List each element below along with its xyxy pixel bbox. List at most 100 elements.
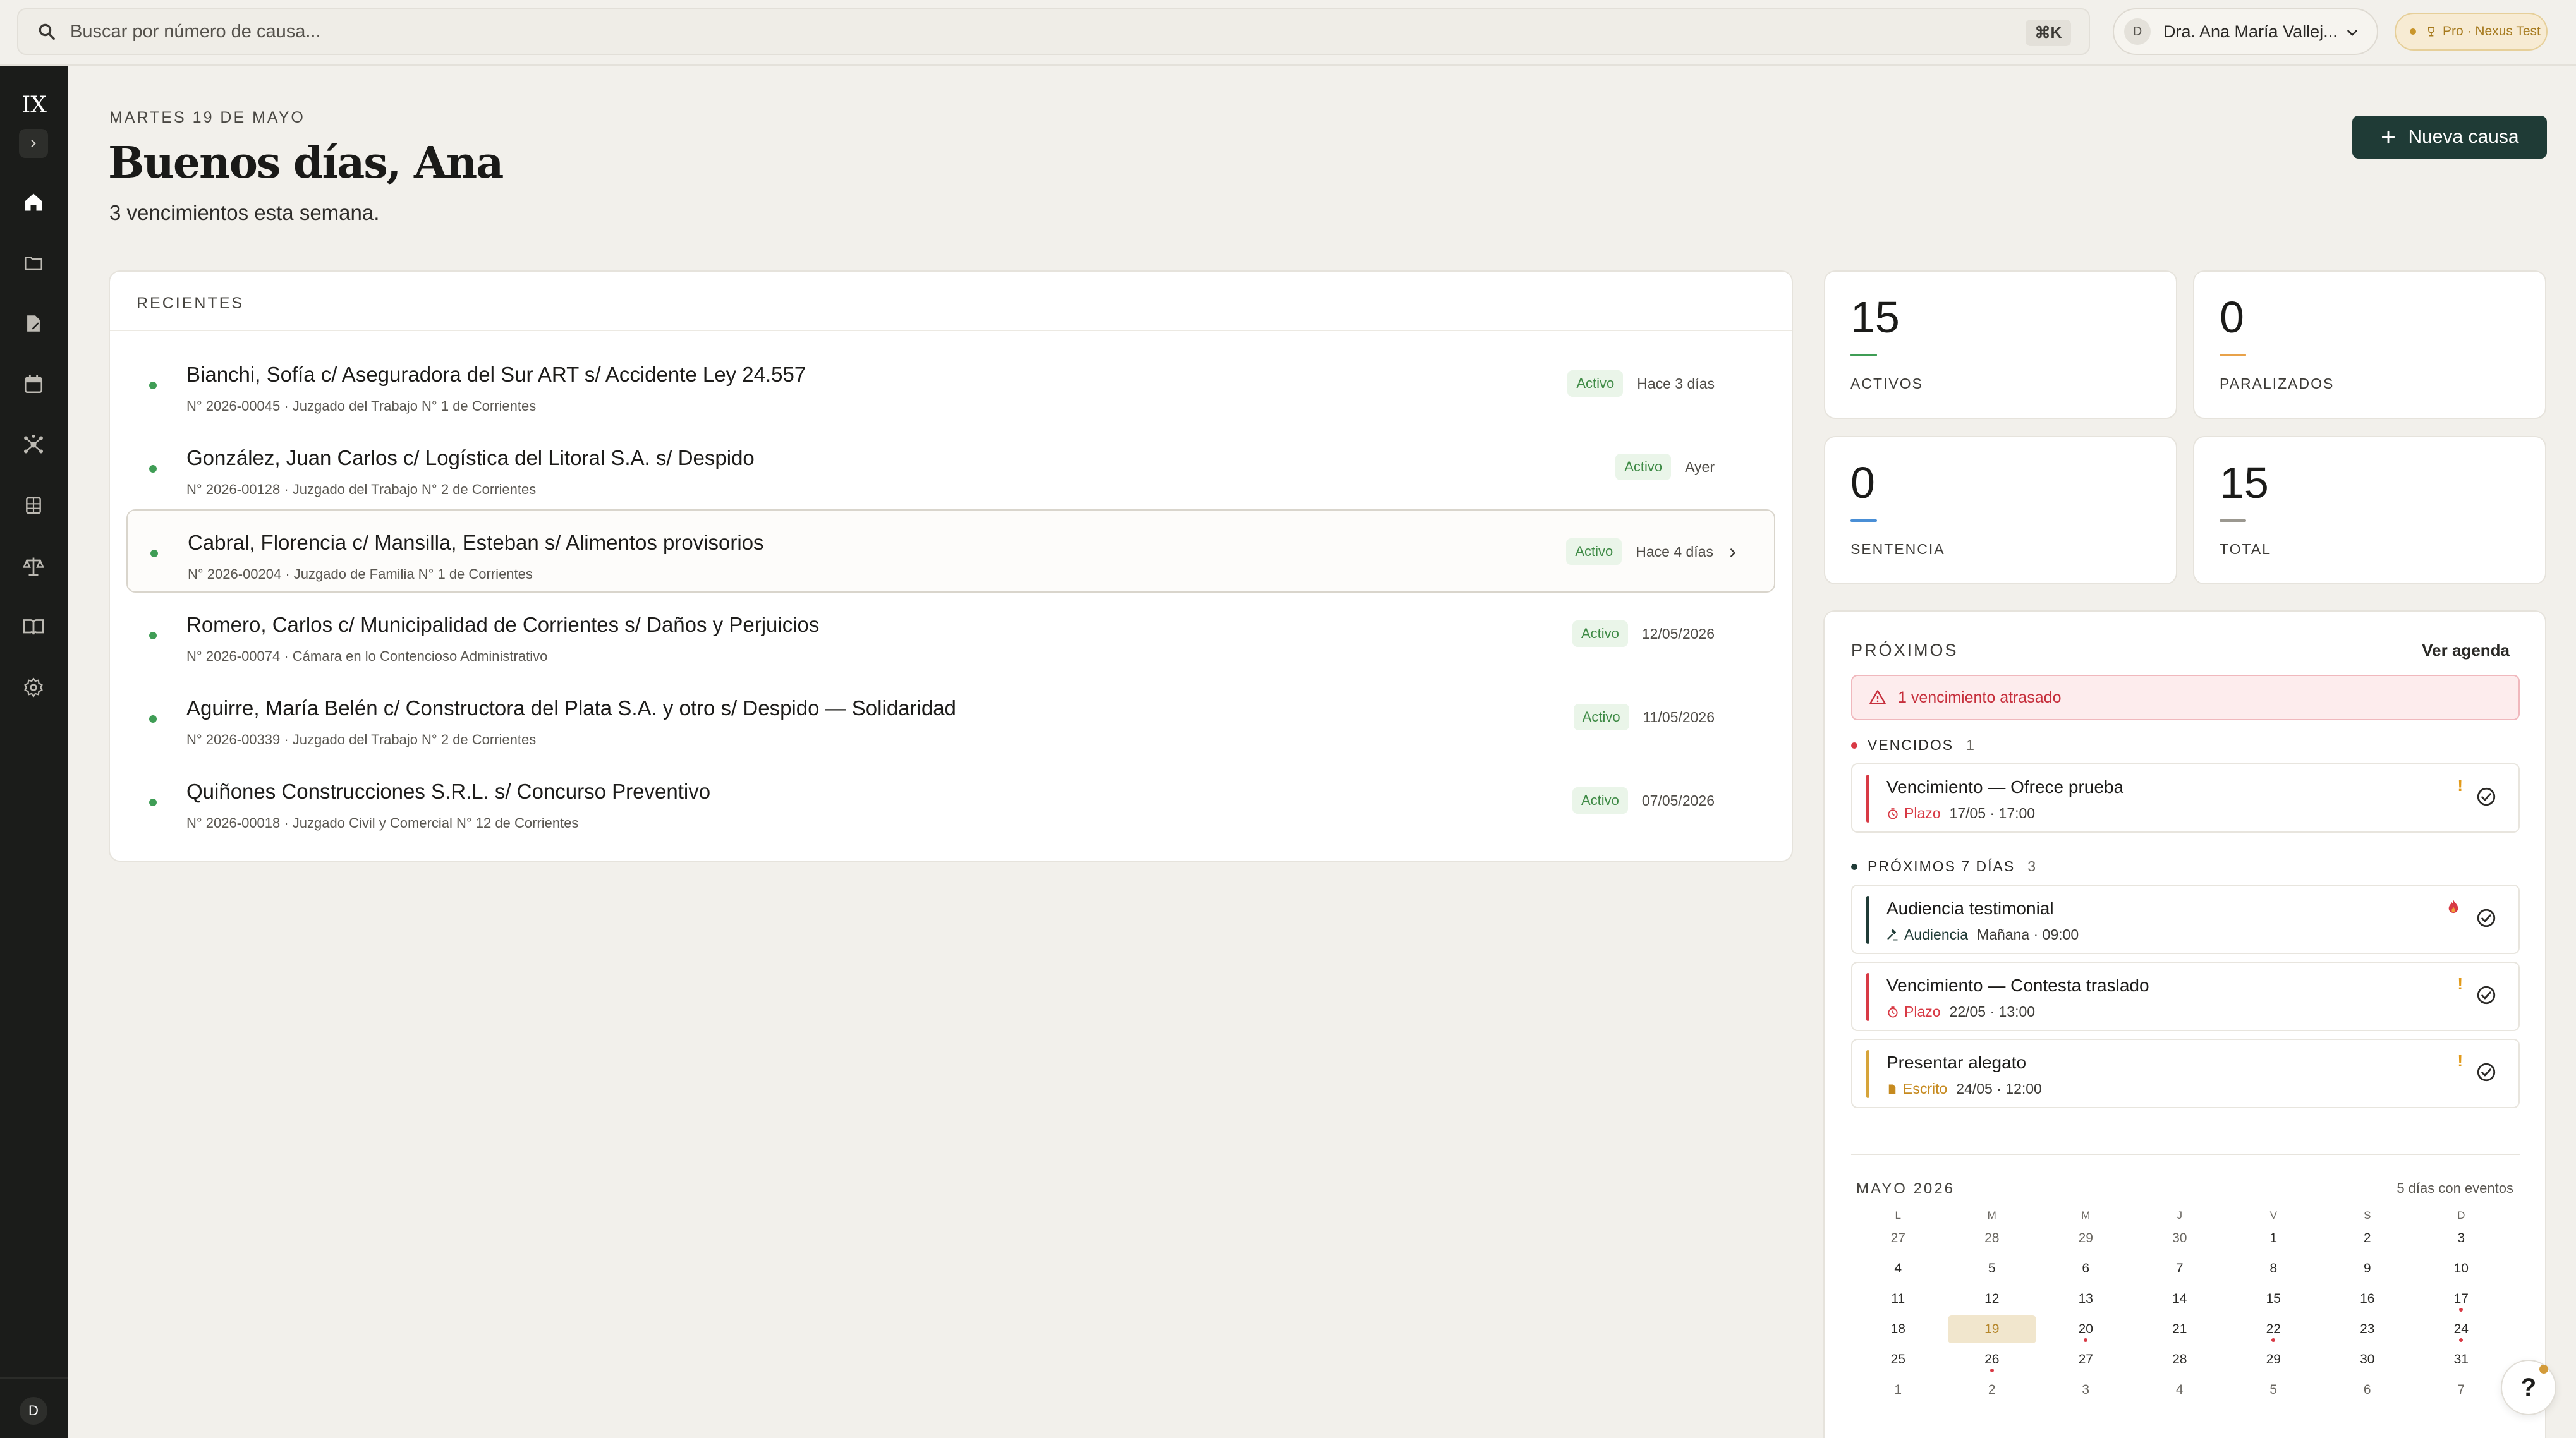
recent-case-row[interactable]: González, Juan Carlos c/ Logística del L… [126, 426, 1775, 509]
calendar-day[interactable]: 31 [2414, 1346, 2508, 1376]
next7-label: PRÓXIMOS 7 DÍAS [1868, 858, 2015, 874]
calendar-day[interactable]: 9 [2321, 1255, 2415, 1285]
weekday-label: M [2081, 1209, 2091, 1221]
see-agenda-link[interactable]: Ver agenda [2422, 641, 2510, 660]
calendar-day-number: 1 [1894, 1382, 1902, 1397]
sidebar-avatar[interactable]: D [20, 1397, 47, 1425]
sidebar-item-jurisprudence[interactable] [19, 552, 48, 581]
calendar-day[interactable]: 10 [2414, 1255, 2508, 1285]
calendar-day[interactable]: 30 [2133, 1224, 2227, 1255]
sidebar-item-network[interactable] [19, 430, 48, 459]
calendar-day[interactable]: 4 [1851, 1255, 1945, 1285]
plan-badge[interactable]: Pro · Nexus Test [2395, 13, 2548, 51]
calendar-day[interactable]: 26 [1945, 1346, 2039, 1376]
stat-card-active[interactable]: 15 ACTIVOS [1824, 270, 2177, 419]
stat-card-paralyzed[interactable]: 0 PARALIZADOS [2193, 270, 2546, 419]
calendar-day[interactable]: 7 [2414, 1376, 2508, 1406]
overdue-alert[interactable]: 1 vencimiento atrasado [1851, 675, 2520, 720]
check-circle-icon[interactable] [2476, 907, 2497, 929]
calendar-day[interactable]: 1 [2227, 1224, 2321, 1255]
calendar-day[interactable]: 1 [1851, 1376, 1945, 1406]
calendar-day[interactable]: 4 [2133, 1376, 2227, 1406]
calendar-day[interactable]: 2 [1945, 1376, 2039, 1406]
calendar-day[interactable]: 8 [2227, 1255, 2321, 1285]
user-menu-button[interactable]: D Dra. Ana María Vallej... [2113, 8, 2378, 55]
calendar-day[interactable]: 30 [2321, 1346, 2415, 1376]
event-card[interactable]: Presentar alegato Escrito 24/05 · 12:00 … [1851, 1039, 2520, 1108]
check-circle-icon[interactable] [2476, 786, 2497, 807]
calendar-day[interactable]: 3 [2414, 1224, 2508, 1255]
calendar-day[interactable]: 5 [1945, 1255, 2039, 1285]
calendar-day[interactable]: 25 [1851, 1346, 1945, 1376]
calendar-day[interactable]: 7 [2133, 1255, 2227, 1285]
recent-case-row[interactable]: Aguirre, María Belén c/ Constructora del… [126, 676, 1775, 759]
sidebar-item-library[interactable] [19, 612, 48, 641]
calendar-day-number: 17 [2453, 1291, 2469, 1306]
check-circle-icon[interactable] [2476, 984, 2497, 1006]
calendar-day[interactable]: 27 [2039, 1346, 2133, 1376]
calendar-day[interactable]: 2 [2321, 1224, 2415, 1255]
overdue-dot [1851, 742, 1857, 749]
calendar-day[interactable]: 23 [2321, 1315, 2415, 1346]
app-logo[interactable]: IX [0, 92, 68, 118]
sidebar-item-calculator[interactable] [19, 491, 48, 520]
calendar-day[interactable]: 5 [2227, 1376, 2321, 1406]
calendar-day[interactable]: 16 [2321, 1285, 2415, 1315]
calendar-day[interactable]: 22 [2227, 1315, 2321, 1346]
calendar-day-number: 24 [2453, 1322, 2469, 1336]
stat-card-total[interactable]: 15 TOTAL [2193, 436, 2546, 584]
event-datetime: 22/05 · 13:00 [1949, 1003, 2036, 1020]
calendar-day[interactable]: 17 [2414, 1285, 2508, 1315]
calendar-day[interactable]: 6 [2321, 1376, 2415, 1406]
calendar-day-number: 31 [2453, 1352, 2469, 1367]
calendar-day[interactable]: 11 [1851, 1285, 1945, 1315]
calendar-day[interactable]: 29 [2227, 1346, 2321, 1376]
calendar-day-number: 7 [2457, 1382, 2465, 1397]
stat-card-sentence[interactable]: 0 SENTENCIA [1824, 436, 2177, 584]
calendar-day[interactable]: 12 [1945, 1285, 2039, 1315]
calendar-day[interactable]: 21 [2133, 1315, 2227, 1346]
calendar-day-number: 11 [1891, 1291, 1905, 1306]
calendar-day[interactable]: 27 [1851, 1224, 1945, 1255]
event-accent-bar [1866, 896, 1869, 944]
event-card[interactable]: Audiencia testimonial Audiencia Mañana ·… [1851, 885, 2520, 954]
case-subtitle: N° 2026-00204 · Juzgado de Familia N° 1 … [188, 566, 533, 582]
calendar-day[interactable]: 3 [2039, 1376, 2133, 1406]
sidebar-item-calendar[interactable] [19, 370, 48, 399]
recent-case-row[interactable]: Cabral, Florencia c/ Mansilla, Esteban s… [126, 509, 1775, 593]
sidebar-expand-button[interactable] [19, 129, 48, 158]
calendar-day-number: 30 [2172, 1231, 2187, 1245]
calendar-day[interactable]: 18 [1851, 1315, 1945, 1346]
sidebar-item-documents[interactable] [19, 309, 48, 338]
sidebar-item-home[interactable] [19, 188, 48, 217]
calendar-day-number: 4 [2175, 1382, 2184, 1397]
calendar-day[interactable]: 19 [1945, 1315, 2039, 1346]
search-input[interactable]: Buscar por número de causa... ⌘K [17, 8, 2090, 55]
recents-divider [110, 330, 1792, 331]
stat-value: 0 [2220, 293, 2244, 342]
recent-case-row[interactable]: Quiñones Construcciones S.R.L. s/ Concur… [126, 759, 1775, 843]
new-case-button[interactable]: Nueva causa [2352, 116, 2547, 159]
calendar-day[interactable]: 6 [2039, 1255, 2133, 1285]
event-card[interactable]: Vencimiento — Ofrece prueba Plazo 17/05 … [1851, 763, 2520, 833]
sidebar-item-cases[interactable] [19, 248, 48, 277]
calendar-divider [1851, 1154, 2520, 1155]
stat-value: 15 [2220, 458, 2269, 507]
calendar-day[interactable]: 28 [1945, 1224, 2039, 1255]
page-title: Buenos días, Ana [108, 138, 504, 188]
calendar-day[interactable]: 28 [2133, 1346, 2227, 1376]
event-accent-bar [1866, 775, 1869, 823]
calendar-day[interactable]: 13 [2039, 1285, 2133, 1315]
search-placeholder: Buscar por número de causa... [70, 21, 321, 42]
folder-icon [24, 257, 43, 270]
recent-case-row[interactable]: Bianchi, Sofía c/ Aseguradora del Sur AR… [126, 342, 1775, 426]
recent-case-row[interactable]: Romero, Carlos c/ Municipalidad de Corri… [126, 593, 1775, 676]
calendar-day[interactable]: 20 [2039, 1315, 2133, 1346]
event-card[interactable]: Vencimiento — Contesta traslado Plazo 22… [1851, 962, 2520, 1031]
check-circle-icon[interactable] [2476, 1061, 2497, 1083]
calendar-day[interactable]: 14 [2133, 1285, 2227, 1315]
sidebar-item-settings[interactable] [19, 673, 48, 702]
calendar-day[interactable]: 24 [2414, 1315, 2508, 1346]
calendar-day[interactable]: 29 [2039, 1224, 2133, 1255]
calendar-day[interactable]: 15 [2227, 1285, 2321, 1315]
